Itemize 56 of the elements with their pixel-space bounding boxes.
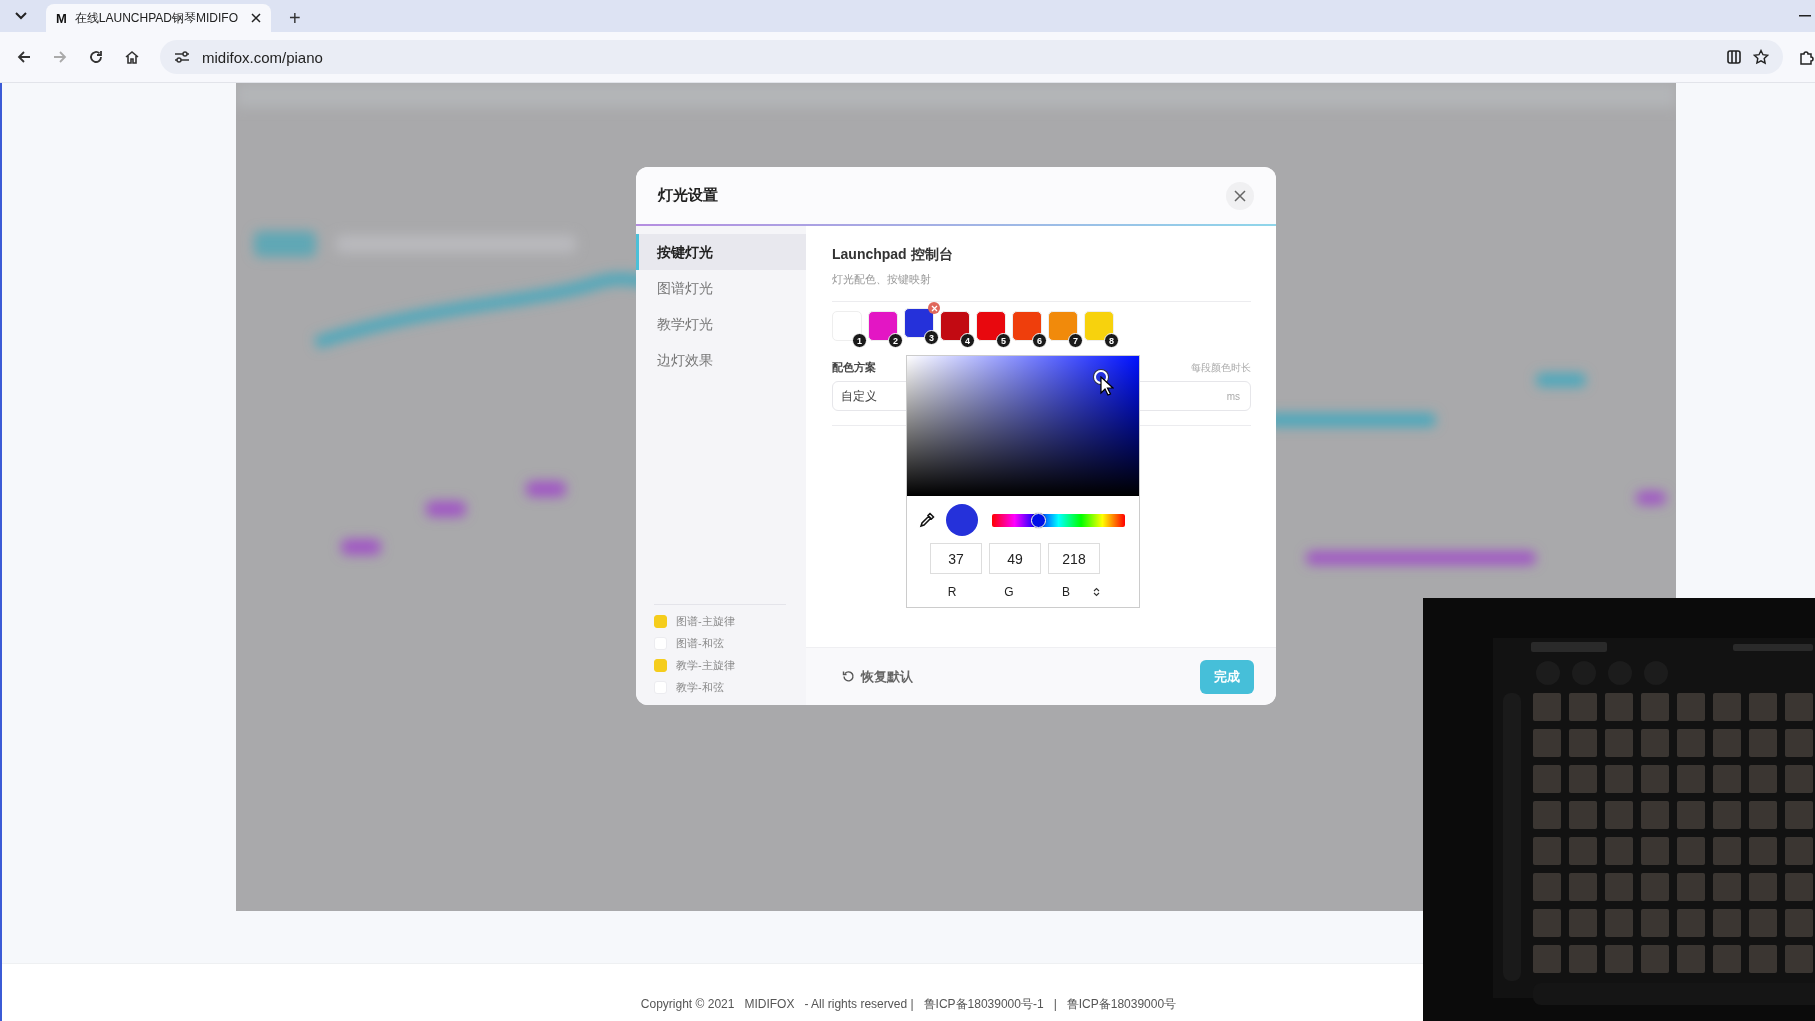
close-icon	[1234, 189, 1246, 202]
legend-label: 教学-主旋律	[676, 657, 735, 673]
dialog-title: 灯光设置	[658, 186, 719, 205]
rgb-value-input[interactable]: 37	[930, 543, 982, 574]
sidebar-tab[interactable]: 图谱灯光	[636, 270, 806, 306]
minimize-icon[interactable]	[1799, 15, 1811, 17]
legend-label: 图谱-和弦	[676, 635, 724, 651]
hue-slider[interactable]	[992, 513, 1125, 527]
swatch-number: 6	[1032, 333, 1047, 348]
browser-tab[interactable]: M 在线LAUNCHPAD钢琴MIDIFO	[46, 4, 271, 32]
eyedropper-icon[interactable]	[919, 512, 935, 528]
swatch-number: 8	[1104, 333, 1119, 348]
sidebar-tab[interactable]: 教学灯光	[636, 306, 806, 342]
mouse-pointer-icon	[1099, 376, 1114, 397]
hue-slider-thumb[interactable]	[1030, 512, 1046, 528]
channel-label: R	[946, 585, 958, 599]
channel-label: G	[1003, 585, 1015, 599]
remove-icon[interactable]	[928, 302, 940, 314]
home-icon[interactable]	[124, 49, 140, 65]
site-settings-icon[interactable]	[174, 50, 190, 64]
legend-label: 教学-和弦	[676, 679, 724, 695]
close-tab-icon[interactable]	[251, 13, 261, 23]
channel-label: B	[1061, 585, 1071, 599]
swatch-number: 4	[960, 333, 975, 348]
restore-defaults-button[interactable]: 恢复默认	[842, 667, 913, 686]
section-subtitle: 灯光配色、按键映射	[832, 272, 932, 287]
reload-icon[interactable]	[88, 49, 104, 65]
unit-text: ms	[1226, 390, 1240, 402]
rgb-value-input[interactable]: 218	[1048, 543, 1100, 574]
copyright-text: Copyright © 2021 MIDIFOX - All rights reserved | 鲁ICP备18039000号-1 | 鲁ICP备18039000号	[640, 996, 1177, 1013]
rgb-value-input[interactable]: 49	[989, 543, 1041, 574]
sidebar-tab[interactable]: 边灯效果	[636, 342, 806, 378]
field-label: 配色方案	[832, 360, 876, 375]
reader-mode-icon[interactable]	[1727, 50, 1741, 64]
close-button[interactable]	[1226, 181, 1254, 210]
url-text: midifox.com/piano	[202, 48, 323, 66]
bookmark-star-icon[interactable]	[1753, 49, 1769, 65]
legend-checkbox[interactable]	[654, 658, 667, 672]
extensions-icon[interactable]	[1799, 49, 1815, 65]
mode-toggle-icon[interactable]	[1093, 587, 1100, 597]
back-icon[interactable]	[16, 49, 32, 65]
legend-label: 图谱-主旋律	[676, 613, 735, 629]
new-tab-button[interactable]: +	[283, 6, 307, 30]
sidebar-tab[interactable]: 按键灯光	[636, 234, 806, 270]
swatch-number: 2	[888, 333, 903, 348]
swatch-number: 5	[996, 333, 1011, 348]
section-heading: Launchpad 控制台	[832, 246, 954, 264]
swatch-number: 3	[924, 330, 939, 345]
saturation-value-area[interactable]	[907, 356, 1139, 496]
reset-icon	[842, 670, 855, 683]
swatch-number: 1	[852, 333, 867, 348]
field-label: 每段颜色时长	[1191, 360, 1251, 375]
legend-checkbox[interactable]	[654, 614, 667, 628]
swatch-number: 7	[1068, 333, 1083, 348]
address-bar[interactable]: midifox.com/piano	[160, 40, 1783, 74]
favicon: M	[56, 10, 67, 26]
